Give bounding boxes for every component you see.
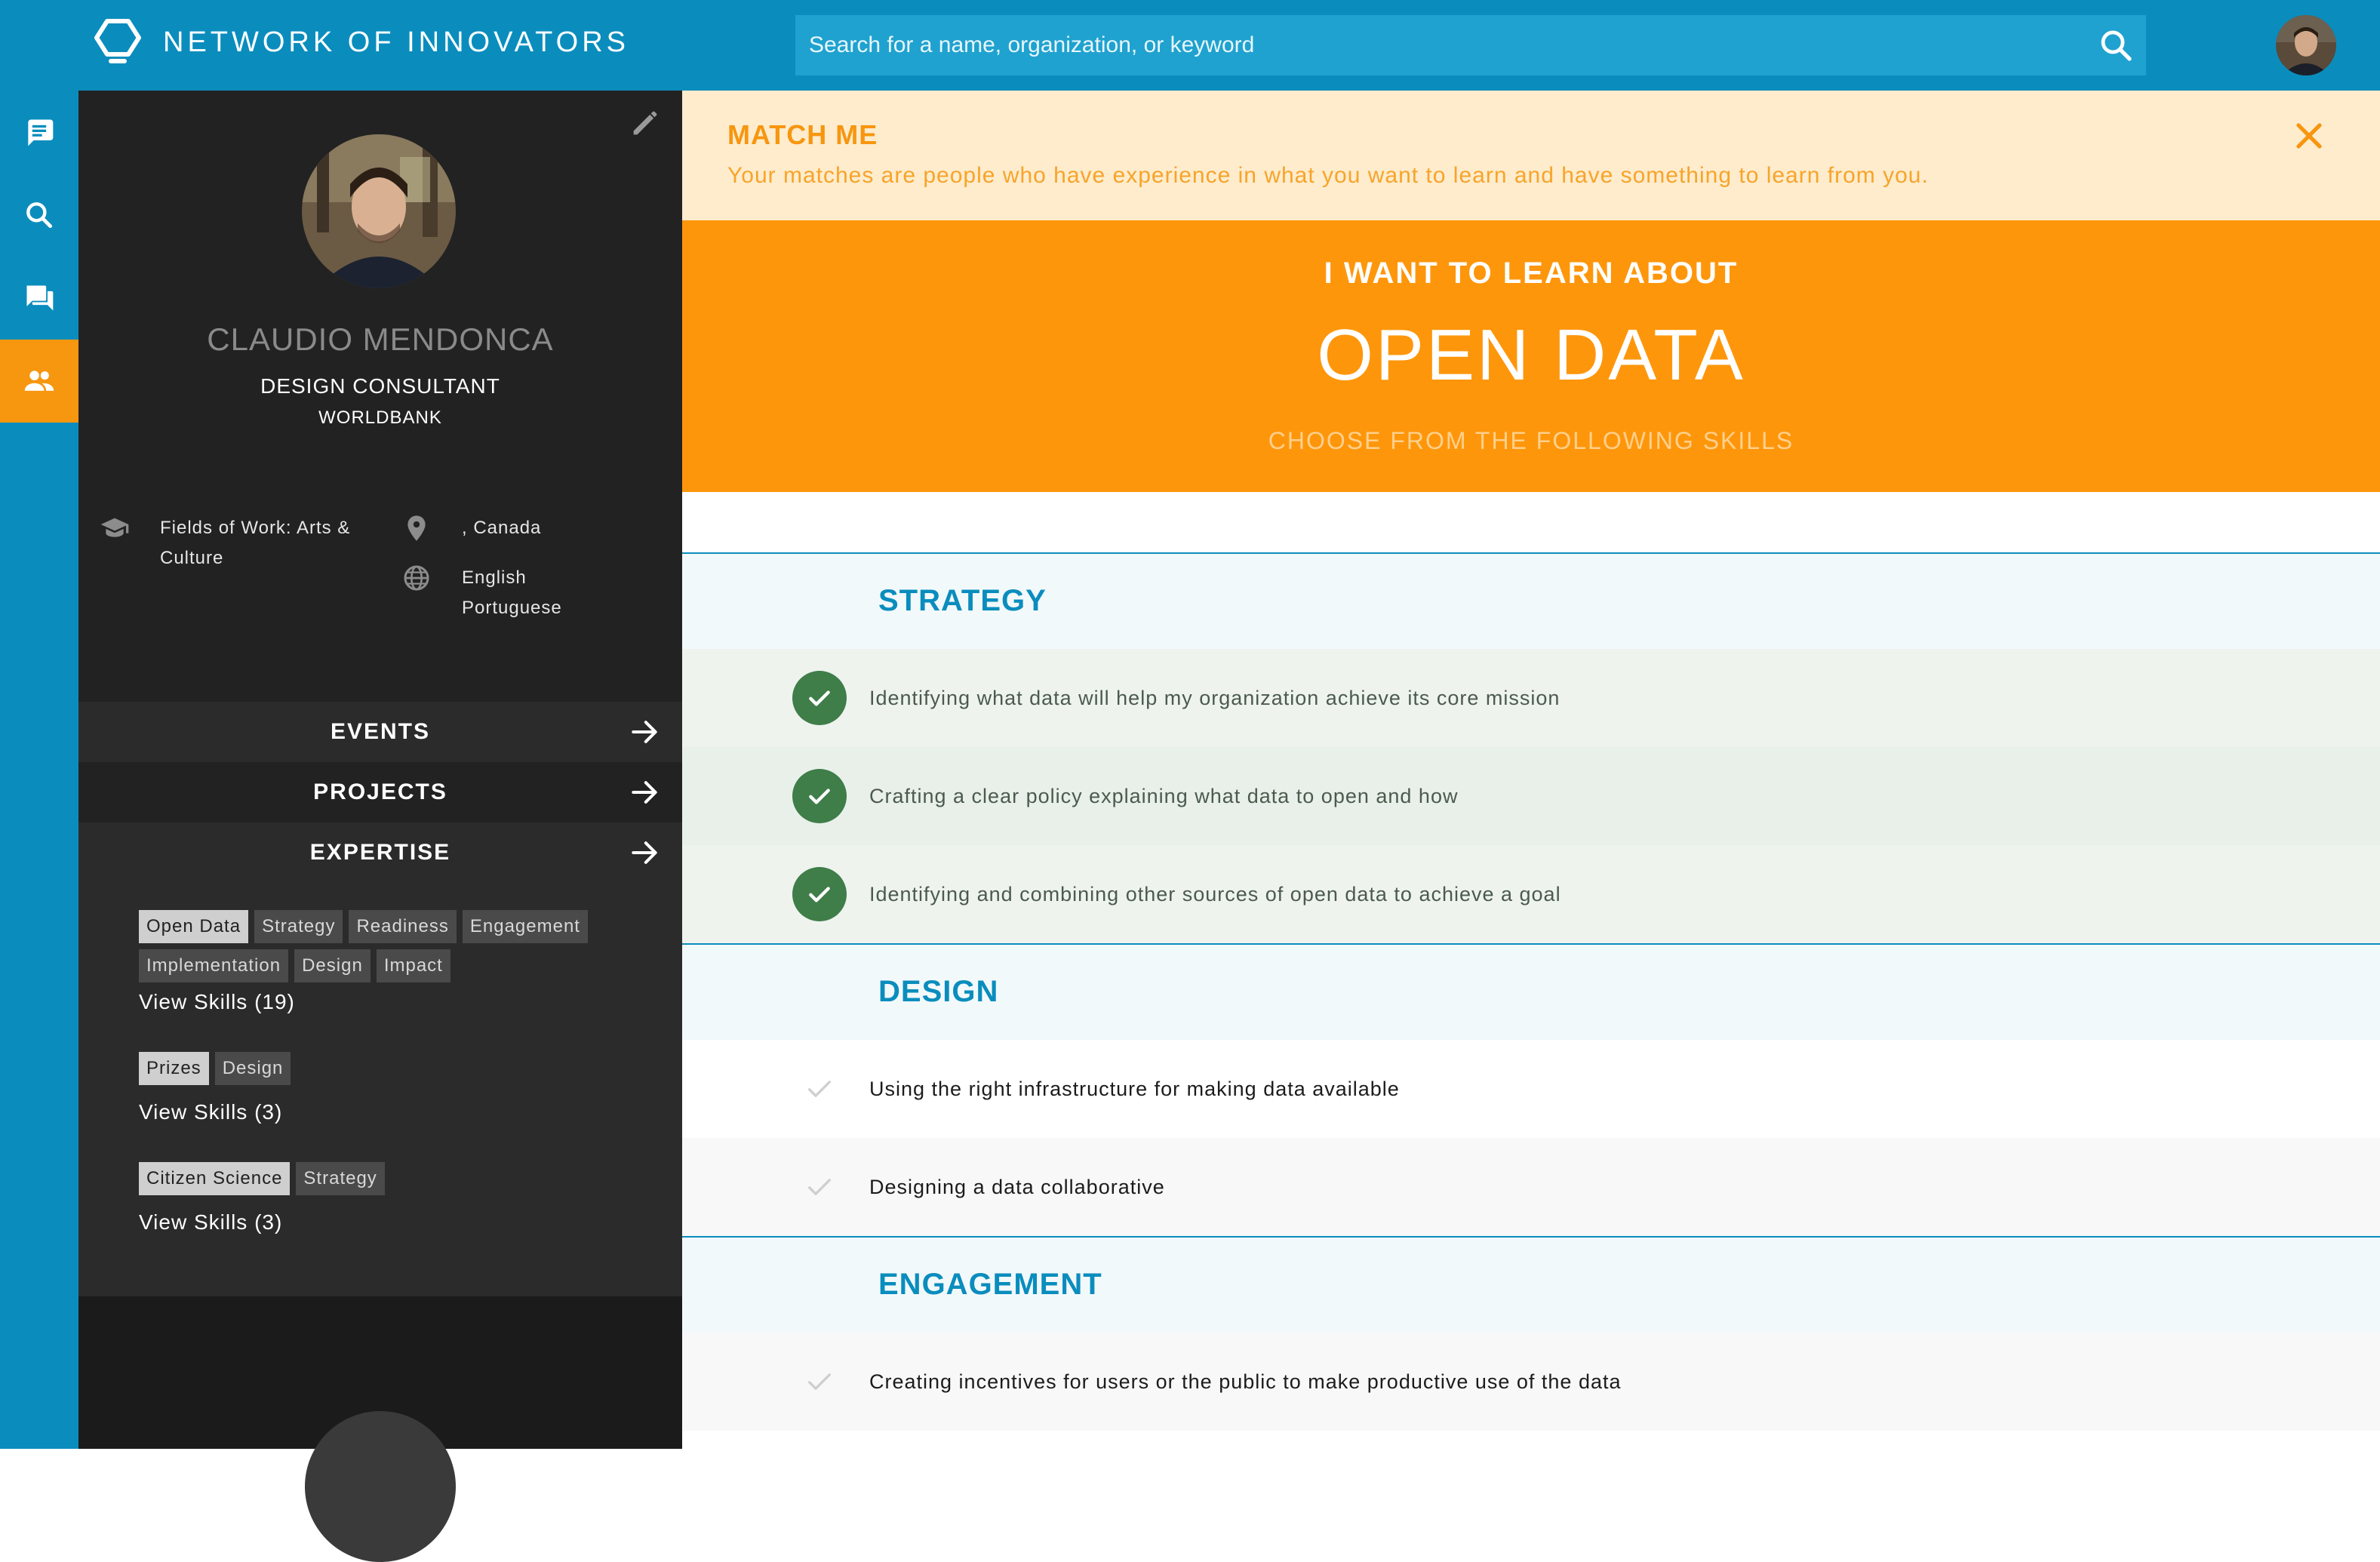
left-rail xyxy=(0,91,78,1449)
skill-label: Using the right infrastructure for makin… xyxy=(869,1078,1400,1100)
graduation-cap-icon xyxy=(100,518,129,537)
tag-chip[interactable]: Engagement xyxy=(462,910,588,943)
check-badge[interactable] xyxy=(792,867,847,921)
section-header: ENGAGEMENT xyxy=(682,1236,2380,1333)
section-engagement: ENGAGEMENT Creating incentives for users… xyxy=(682,1236,2380,1431)
profile-organization: WORLDBANK xyxy=(318,407,442,428)
close-icon[interactable] xyxy=(2291,118,2327,154)
expertise-group-2-tags: Prizes Design xyxy=(139,1052,637,1085)
section-title: STRATEGY xyxy=(878,584,1047,617)
check-badge[interactable] xyxy=(792,769,847,823)
profile-role: DESIGN CONSULTANT xyxy=(260,374,500,398)
tag-chip[interactable]: Impact xyxy=(376,949,450,982)
rail-item-search[interactable] xyxy=(0,174,78,257)
section-strategy: STRATEGY Identifying what data will help… xyxy=(682,552,2380,943)
fields-of-work: Fields of Work: Arts & Culture xyxy=(160,518,351,568)
arrow-right-icon xyxy=(632,841,657,864)
hero-kicker: I WANT TO LEARN ABOUT xyxy=(1324,257,1739,290)
checkmark-icon xyxy=(809,887,830,902)
checkmark-icon[interactable] xyxy=(804,1074,835,1104)
skill-row[interactable]: Designing a data collaborative xyxy=(682,1138,2380,1236)
rail-item-forum[interactable] xyxy=(0,257,78,340)
nav-expertise-label: EXPERTISE xyxy=(309,840,451,865)
section-header: DESIGN xyxy=(682,943,2380,1040)
globe-icon xyxy=(404,565,429,591)
banner-description: Your matches are people who have experie… xyxy=(727,163,1929,188)
search-input[interactable] xyxy=(795,15,2146,75)
rail-item-people[interactable] xyxy=(0,340,78,423)
tag-chip[interactable]: Readiness xyxy=(349,910,457,943)
nav-expertise[interactable]: EXPERTISE xyxy=(78,823,682,883)
hero-topic: OPEN DATA xyxy=(1317,315,1745,395)
match-me-content: MATCH ME Your matches are people who hav… xyxy=(682,91,2380,1449)
language-1: English xyxy=(462,567,527,588)
view-skills-link[interactable]: View Skills (3) xyxy=(139,1210,282,1235)
location-pin-icon xyxy=(407,515,426,541)
nav-events[interactable]: EVENTS xyxy=(78,702,682,762)
tag-chip[interactable]: Open Data xyxy=(139,910,249,943)
checkmark-icon xyxy=(809,789,830,804)
skill-label: Designing a data collaborative xyxy=(869,1176,1165,1198)
profile-panel: CLAUDIO MENDONCA DESIGN CONSULTANT WORLD… xyxy=(78,91,682,1562)
lightbulb-logo-icon[interactable] xyxy=(94,18,142,68)
view-skills-link[interactable]: View Skills (3) xyxy=(139,1100,282,1124)
skill-row[interactable]: Creating incentives for users or the pub… xyxy=(682,1333,2380,1431)
message-icon xyxy=(28,119,54,146)
skill-label: Identifying and combining other sources … xyxy=(869,883,1561,906)
match-me-banner: MATCH ME Your matches are people who hav… xyxy=(682,91,2380,220)
language-2: Portuguese xyxy=(462,598,562,618)
expertise-group-1-tags: Open Data Strategy Readiness Engagement … xyxy=(139,910,637,982)
checkmark-icon xyxy=(809,690,830,706)
checkmark-icon[interactable] xyxy=(804,1172,835,1202)
skill-row[interactable]: Identifying what data will help my organ… xyxy=(682,649,2380,747)
section-header: STRATEGY xyxy=(682,552,2380,649)
nav-projects[interactable]: PROJECTS xyxy=(78,762,682,823)
tag-chip[interactable]: Citizen Science xyxy=(139,1162,291,1195)
tag-chip[interactable]: Design xyxy=(214,1052,291,1085)
section-title: ENGAGEMENT xyxy=(878,1268,1102,1301)
tag-chip[interactable]: Design xyxy=(294,949,371,982)
tag-chip[interactable]: Strategy xyxy=(296,1162,385,1195)
banner-title: MATCH ME xyxy=(727,119,878,150)
hero-subtitle: CHOOSE FROM THE FOLLOWING SKILLS xyxy=(1268,427,1794,454)
skill-label: Creating incentives for users or the pub… xyxy=(869,1370,1622,1393)
app-title[interactable]: NETWORK OF INNOVATORS xyxy=(163,21,629,63)
expertise-group-3-tags: Citizen Science Strategy xyxy=(139,1162,637,1195)
search-icon[interactable] xyxy=(2098,27,2134,63)
skill-label: Identifying what data will help my organ… xyxy=(869,687,1561,709)
tag-chip[interactable]: Prizes xyxy=(139,1052,209,1085)
section-title: DESIGN xyxy=(878,975,999,1008)
profile-name: CLAUDIO MENDONCA xyxy=(207,321,554,357)
check-badge[interactable] xyxy=(792,671,847,725)
user-avatar[interactable] xyxy=(2276,15,2336,75)
search-icon xyxy=(26,202,53,229)
profile-location: , Canada xyxy=(462,518,542,538)
nav-projects-label: PROJECTS xyxy=(313,779,447,804)
people-icon xyxy=(24,371,54,391)
section-design: DESIGN Using the right infrastructure fo… xyxy=(682,943,2380,1236)
skill-row[interactable]: Crafting a clear policy explaining what … xyxy=(682,747,2380,845)
arrow-right-icon xyxy=(632,721,657,743)
rail-item-messages[interactable] xyxy=(0,91,78,174)
nav-events-label: EVENTS xyxy=(330,719,431,744)
profile-avatar xyxy=(302,134,456,288)
avatar-placeholder xyxy=(305,1411,456,1562)
view-skills-link[interactable]: View Skills (19) xyxy=(139,990,295,1014)
checkmark-icon[interactable] xyxy=(804,1367,835,1397)
arrow-right-icon xyxy=(632,781,657,804)
topic-hero: I WANT TO LEARN ABOUT OPEN DATA CHOOSE F… xyxy=(682,220,2380,492)
pencil-edit-icon[interactable] xyxy=(628,106,663,140)
tag-chip[interactable]: Implementation xyxy=(139,949,289,982)
top-bar: NETWORK OF INNOVATORS xyxy=(0,0,2380,91)
chat-icon xyxy=(26,285,54,311)
skill-row[interactable]: Using the right infrastructure for makin… xyxy=(682,1040,2380,1138)
skill-label: Crafting a clear policy explaining what … xyxy=(869,785,1459,807)
skill-row[interactable]: Identifying and combining other sources … xyxy=(682,845,2380,943)
tag-chip[interactable]: Strategy xyxy=(254,910,343,943)
